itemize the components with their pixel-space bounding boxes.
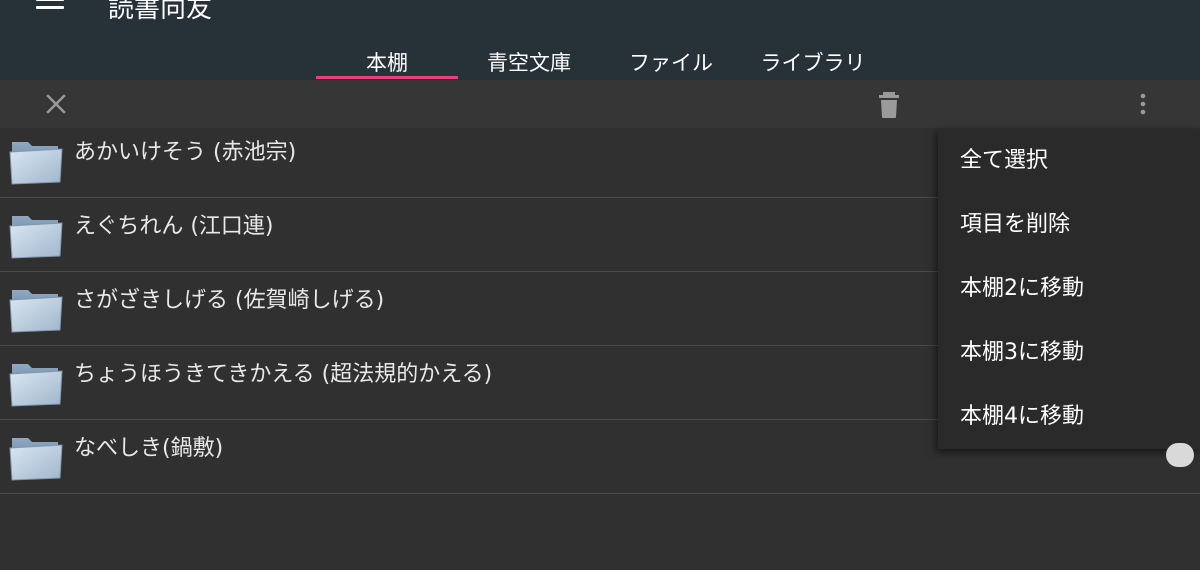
list-item-label: さがざきしげる (佐賀崎しげる) [74, 288, 385, 313]
tab-label: ファイル [629, 51, 713, 75]
list-item-label: ちょうほうきてきかえる (超法規的かえる) [74, 362, 493, 387]
trash-icon[interactable] [876, 91, 902, 119]
tab-aozora-bunko[interactable]: 青空文庫 [458, 40, 600, 80]
tab-file[interactable]: ファイル [600, 40, 742, 80]
menu-item-move-shelf-2[interactable]: 本棚2に移動 [938, 257, 1200, 321]
tab-bookshelf[interactable]: 本棚 [316, 40, 458, 80]
app-bar: 読書向友 本棚 青空文庫 ファイル ライブラリ [0, 0, 1200, 80]
folder-icon [8, 280, 64, 336]
list-item-label: えぐちれん (江口連) [74, 214, 274, 239]
list-item-label: あかいけそう (赤池宗) [74, 140, 297, 165]
menu-item-move-shelf-3[interactable]: 本棚3に移動 [938, 321, 1200, 385]
tab-label: ライブラリ [760, 51, 866, 75]
close-icon[interactable] [44, 92, 68, 116]
tab-selected-indicator [316, 76, 458, 79]
menu-item-delete[interactable]: 項目を削除 [938, 193, 1200, 257]
more-vertical-icon[interactable] [1131, 92, 1155, 116]
app-title: 読書向友 [108, 0, 213, 24]
list-item-label: なべしき(鍋敷) [74, 436, 224, 461]
tab-library[interactable]: ライブラリ [742, 40, 884, 80]
menu-item-select-all[interactable]: 全て選択 [938, 129, 1200, 193]
selection-action-bar [0, 80, 1200, 128]
tab-label: 青空文庫 [487, 51, 571, 75]
hamburger-menu-icon[interactable] [36, 0, 64, 14]
fast-scroll-handle[interactable] [1166, 443, 1194, 467]
app-window: 読書向友 本棚 青空文庫 ファイル ライブラリ あかいけそう (赤池宗) えぐち… [0, 0, 1200, 570]
folder-icon [8, 132, 64, 188]
tab-label: 本棚 [366, 51, 408, 75]
tab-bar: 本棚 青空文庫 ファイル ライブラリ [0, 40, 1200, 80]
overflow-menu: 全て選択 項目を削除 本棚2に移動 本棚3に移動 本棚4に移動 [938, 129, 1200, 449]
folder-icon [8, 428, 64, 484]
folder-icon [8, 206, 64, 262]
menu-item-move-shelf-4[interactable]: 本棚4に移動 [938, 385, 1200, 449]
folder-icon [8, 354, 64, 410]
